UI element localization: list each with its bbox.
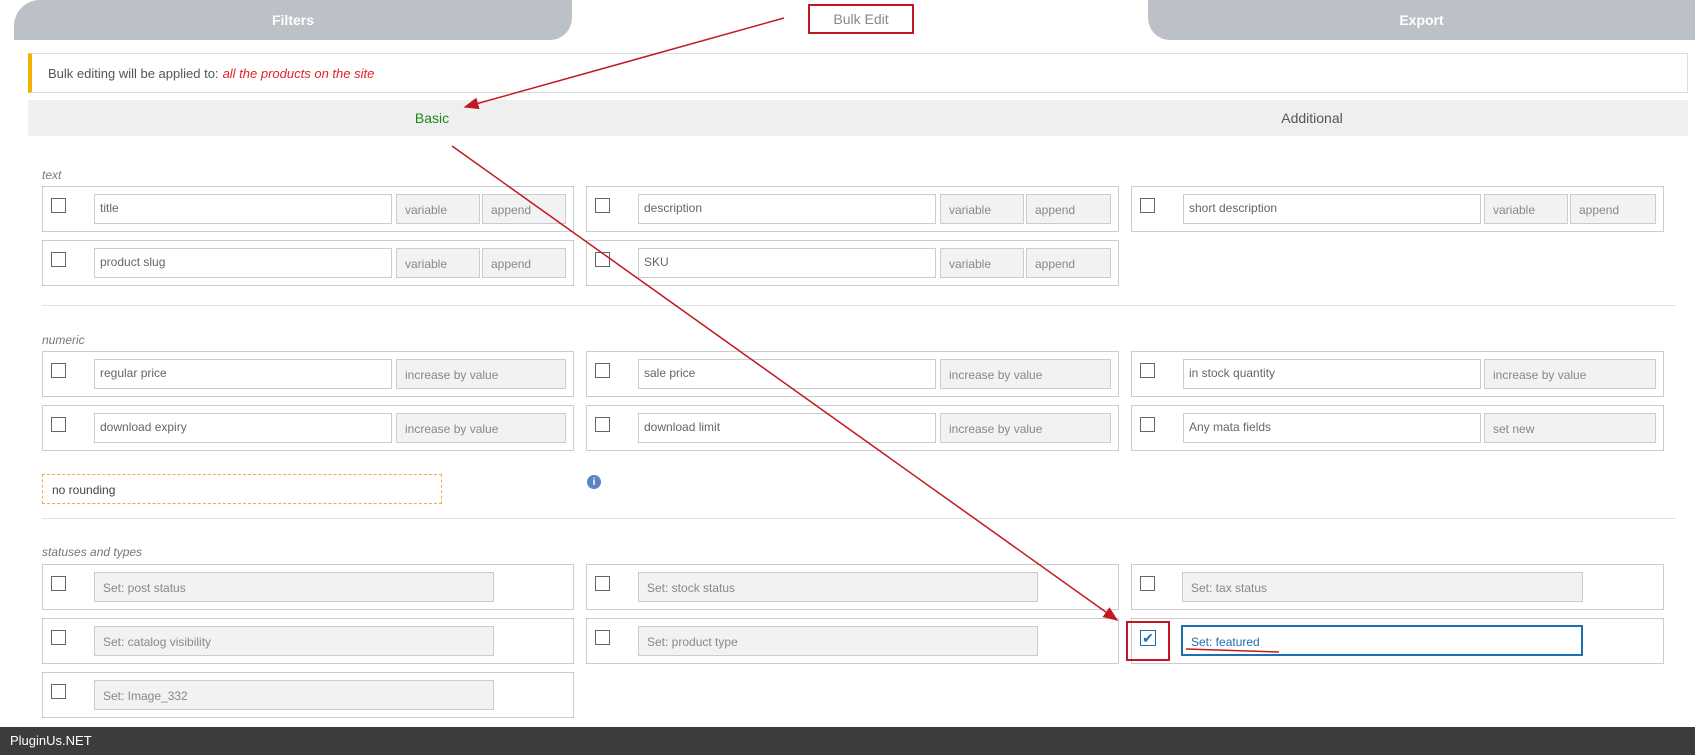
notice-prefix: Bulk editing will be applied to: [48,65,219,81]
title-action-select[interactable]: append [482,194,566,224]
field-in-stock-quantity: in stock quantity increase by value [1131,351,1664,397]
sku-action-select[interactable]: append [1026,248,1111,278]
section-label-numeric: numeric [42,333,85,347]
sku-input[interactable]: SKU [638,248,936,278]
top-tab-bar: Filters Bulk Edit Export [0,0,1695,40]
description-checkbox[interactable] [595,198,610,213]
short-description-action-select[interactable]: append [1570,194,1656,224]
featured-checkbox[interactable]: ✔ [1140,630,1156,646]
download-limit-input[interactable]: download limit [638,413,936,443]
product-slug-checkbox[interactable] [51,252,66,267]
field-post-status: Set: post status [42,564,574,610]
product-slug-action-select[interactable]: append [482,248,566,278]
field-image: Set: Image_332 [42,672,574,718]
field-short-description: short description variable append [1131,186,1664,232]
tax-status-checkbox[interactable] [1140,576,1155,591]
product-slug-mode-select[interactable]: variable [396,248,480,278]
in-stock-quantity-checkbox[interactable] [1140,363,1155,378]
short-description-mode-select[interactable]: variable [1484,194,1568,224]
meta-fields-action-select[interactable]: set new [1484,413,1656,443]
tab-filters[interactable]: Filters [14,0,572,40]
field-regular-price: regular price increase by value [42,351,574,397]
download-limit-checkbox[interactable] [595,417,610,432]
info-icon[interactable]: i [587,475,601,489]
section-label-text: text [42,168,62,182]
tab-export[interactable]: Export [1148,0,1695,40]
meta-fields-input[interactable]: Any mata fields [1183,413,1481,443]
bulk-scope-notice: Bulk editing will be applied to: all the… [28,53,1688,93]
title-mode-select[interactable]: variable [396,194,480,224]
subtab-additional[interactable]: Additional [908,100,1695,136]
footer-bar: PluginUs.NET [0,727,1695,755]
sale-price-input[interactable]: sale price [638,359,936,389]
description-input[interactable]: description [638,194,936,224]
stock-status-select[interactable]: Set: stock status [638,572,1038,602]
field-catalog-visibility: Set: catalog visibility [42,618,574,664]
section-divider [42,305,1676,306]
download-expiry-action-select[interactable]: increase by value [396,413,566,443]
field-title: title variable append [42,186,574,232]
regular-price-checkbox[interactable] [51,363,66,378]
subtab-basic[interactable]: Basic [28,100,836,136]
field-tax-status: Set: tax status [1131,564,1664,610]
image-checkbox[interactable] [51,684,66,699]
in-stock-quantity-action-select[interactable]: increase by value [1484,359,1656,389]
field-description: description variable append [586,186,1119,232]
field-sku: SKU variable append [586,240,1119,286]
regular-price-input[interactable]: regular price [94,359,392,389]
field-product-type: Set: product type [586,618,1119,664]
download-expiry-checkbox[interactable] [51,417,66,432]
product-type-select[interactable]: Set: product type [638,626,1038,656]
field-download-expiry: download expiry increase by value [42,405,574,451]
field-meta-fields: Any mata fields set new [1131,405,1664,451]
section-label-statuses: statuses and types [42,545,143,559]
field-stock-status: Set: stock status [586,564,1119,610]
description-action-select[interactable]: append [1026,194,1111,224]
sku-mode-select[interactable]: variable [940,248,1024,278]
in-stock-quantity-input[interactable]: in stock quantity [1183,359,1481,389]
footer-brand: PluginUs.NET [10,733,92,748]
post-status-select[interactable]: Set: post status [94,572,494,602]
sale-price-checkbox[interactable] [595,363,610,378]
section-divider [42,518,1676,519]
short-description-input[interactable]: short description [1183,194,1481,224]
field-product-slug: product slug variable append [42,240,574,286]
rounding-select[interactable]: no rounding [42,474,442,504]
title-input[interactable]: title [94,194,392,224]
short-description-checkbox[interactable] [1140,198,1155,213]
product-slug-input[interactable]: product slug [94,248,392,278]
subtab-bar: Basic Additional [28,100,1688,136]
product-type-checkbox[interactable] [595,630,610,645]
post-status-checkbox[interactable] [51,576,66,591]
description-mode-select[interactable]: variable [940,194,1024,224]
title-checkbox[interactable] [51,198,66,213]
tab-bulk-edit-label[interactable]: Bulk Edit [808,4,914,34]
sale-price-action-select[interactable]: increase by value [940,359,1111,389]
field-sale-price: sale price increase by value [586,351,1119,397]
sku-checkbox[interactable] [595,252,610,267]
regular-price-action-select[interactable]: increase by value [396,359,566,389]
featured-select[interactable]: Set: featured [1181,625,1583,656]
notice-target: all the products on the site [222,65,375,81]
tax-status-select[interactable]: Set: tax status [1182,572,1583,602]
catalog-visibility-select[interactable]: Set: catalog visibility [94,626,494,656]
meta-fields-checkbox[interactable] [1140,417,1155,432]
image-select[interactable]: Set: Image_332 [94,680,494,710]
field-download-limit: download limit increase by value [586,405,1119,451]
catalog-visibility-checkbox[interactable] [51,630,66,645]
stock-status-checkbox[interactable] [595,576,610,591]
download-limit-action-select[interactable]: increase by value [940,413,1111,443]
download-expiry-input[interactable]: download expiry [94,413,392,443]
